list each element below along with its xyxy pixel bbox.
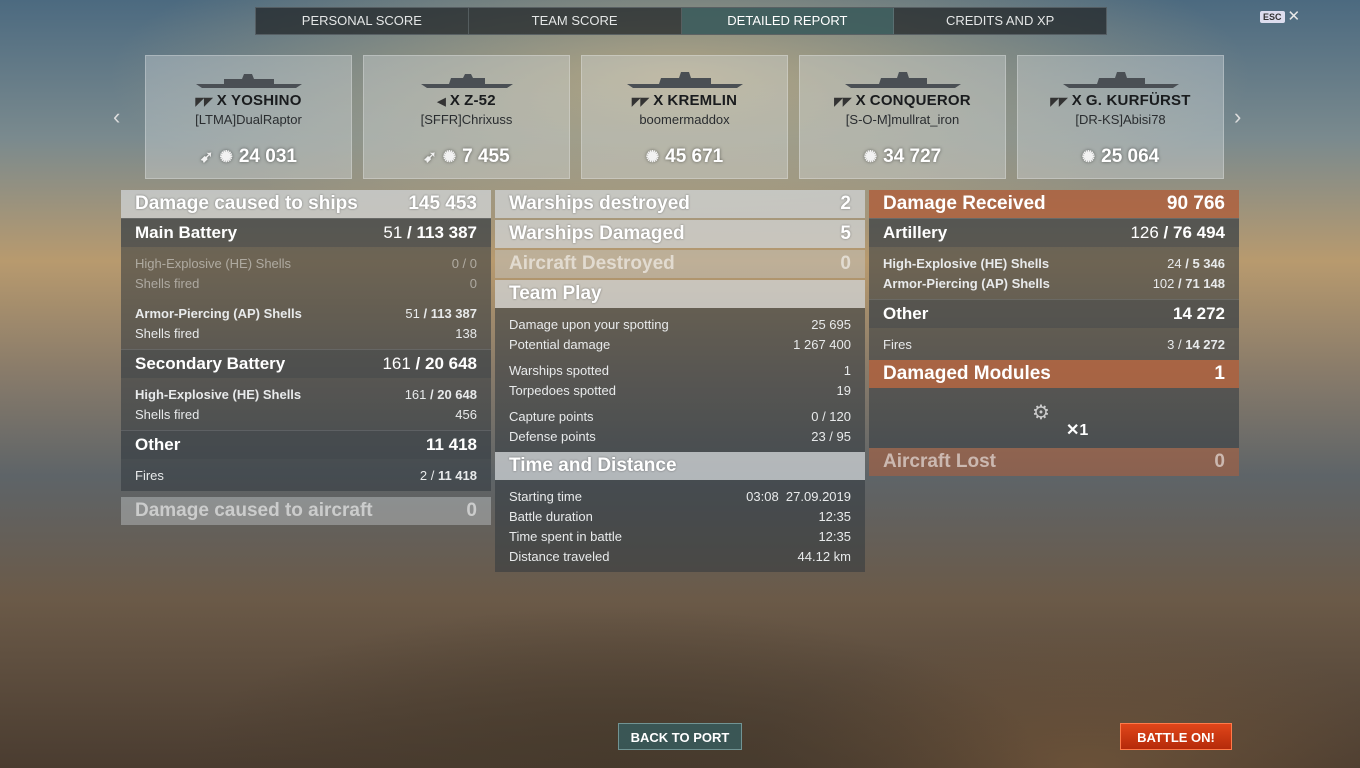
secondary-battery-header: Secondary Battery 161 / 20 648 (121, 349, 491, 378)
module-count: ✕1 (1066, 422, 1089, 439)
ship-silhouette-icon (1062, 72, 1179, 88)
destroyer-class-icon: ◀ (437, 96, 446, 108)
ship-silhouette-icon (195, 74, 302, 88)
tab-credits-and-xp[interactable]: CREDITS AND XP (894, 8, 1106, 34)
rudder-module-icon: ⚙ (1032, 402, 1050, 424)
player-name: [DR-KS]Abisi78 (1075, 112, 1166, 127)
top-tabs: PERSONAL SCORE TEAM SCORE DETAILED REPOR… (255, 7, 1107, 35)
tab-team-score[interactable]: TEAM SCORE (469, 8, 682, 34)
close-icon: ✕ (1287, 8, 1301, 25)
he-shells-row: High-Explosive (HE) Shells 0 / 0 (135, 255, 477, 271)
destroyer-class-icon: ◤◤ (195, 96, 213, 108)
starting-time-row: Starting time 03:08 27.09.2019 (509, 488, 851, 504)
main-battery-header: Main Battery 51 / 113 387 (121, 218, 491, 247)
ship-score: ✺ 25 064 (1081, 146, 1160, 167)
ship-score: ✺ 34 727 (863, 146, 942, 167)
ship-card[interactable]: ◤◤ X KREMLIN boomermaddox ✺ 45 671 (581, 55, 788, 179)
spotting-damage-row: Damage upon your spotting 25 695 (509, 316, 851, 332)
capture-points-row: Capture points 0 / 120 (509, 408, 851, 424)
recv-ap-row: Armor-Piercing (AP) Shells 102 / 71 148 (883, 275, 1225, 291)
battleship-class-icon: ◤◤ (1050, 96, 1068, 108)
team-play-header: Team Play (495, 280, 865, 308)
next-arrow-icon[interactable]: › (1234, 104, 1241, 130)
battle-on-button[interactable]: BATTLE ON! (1120, 723, 1232, 750)
explosion-icon: ✺ (219, 149, 233, 166)
damage-received-header: Damage Received 90 766 (869, 190, 1239, 218)
esc-key-label: ESC (1260, 11, 1285, 23)
damaged-modules-header: Damaged Modules 1 (869, 360, 1239, 388)
damage-caused-header: Damage caused to ships 145 453 (121, 190, 491, 218)
combat-summary-panel: Warships destroyed 2 Warships Damaged 5 Ai… (495, 190, 865, 572)
ship-card[interactable]: ◤◤ X YOSHINO [LTMA]DualRaptor ➹ ✺ 24 031 (145, 55, 352, 179)
ship-name: ◤◤ X G. KURFÜRST (1050, 92, 1191, 109)
other-damage-header: Other 11 418 (121, 430, 491, 459)
player-name: [SFFR]Chrixuss (420, 112, 513, 127)
player-name: [S-O-M]mullrat_iron (845, 112, 960, 127)
ship-card[interactable]: ◤◤ X CONQUEROR [S-O-M]mullrat_iron ✺ 34 727 (799, 55, 1006, 179)
artillery-details: High-Explosive (HE) Shells 24 / 5 346 Arm… (869, 247, 1239, 299)
warships-damaged-header: Warships Damaged 5 (495, 220, 865, 248)
damage-aircraft-header: Damage caused to aircraft 0 (121, 497, 491, 525)
battle-duration-row: Battle duration 12:35 (509, 508, 851, 524)
ship-name: ◀ X Z-52 (437, 92, 496, 109)
aircraft-destroyed-header: Aircraft Destroyed 0 (495, 250, 865, 278)
ship-score: ➹ ✺ 24 031 (200, 146, 297, 167)
aircraft-lost-header: Aircraft Lost 0 (869, 448, 1239, 476)
artillery-header: Artillery 126 / 76 494 (869, 218, 1239, 247)
ship-name: ◤◤ X YOSHINO (195, 92, 302, 109)
ship-score: ✺ 45 671 (645, 146, 724, 167)
sec-he-row: High-Explosive (HE) Shells 161 / 20 648 (135, 386, 477, 402)
time-distance-details: Starting time 03:08 27.09.2019 Battle dur… (495, 480, 865, 572)
ship-silhouette-icon (844, 72, 961, 88)
ship-silhouette-icon (626, 72, 743, 88)
fires-row: Fires 2 / 11 418 (135, 467, 477, 483)
recv-fires-row: Fires 3 / 14 272 (883, 336, 1225, 352)
ship-name: ◤◤ X KREMLIN (631, 92, 738, 109)
ship-score: ➹ ✺ 7 455 (423, 146, 510, 167)
ship-card[interactable]: ◤◤ X G. KURFÜRST [DR-KS]Abisi78 ✺ 25 064 (1017, 55, 1224, 179)
potential-damage-row: Potential damage 1 267 400 (509, 336, 851, 352)
ap-shells-fired-row: Shells fired 138 (135, 325, 477, 341)
time-distance-header: Time and Distance (495, 452, 865, 480)
ship-silhouette-icon (420, 74, 513, 88)
team-play-details: Damage upon your spotting 25 695 Potentia… (495, 308, 865, 452)
he-shells-fired-row: Shells fired 0 (135, 275, 477, 291)
ap-shells-row: Armor-Piercing (AP) Shells 51 / 113 387 (135, 305, 477, 321)
torpedo-icon: ➹ (200, 149, 214, 166)
esc-close-button[interactable]: ESC ✕ (1260, 8, 1301, 25)
ship-cards: ◤◤ X YOSHINO [LTMA]DualRaptor ➹ ✺ 24 031 ◀ X Z… (145, 55, 1224, 179)
warships-spotted-row: Warships spotted 1 (509, 362, 851, 378)
prev-arrow-icon[interactable]: ‹ (113, 104, 120, 130)
other-damage-details: Fires 2 / 11 418 (121, 459, 491, 491)
ship-name: ◤◤ X CONQUEROR (834, 92, 971, 109)
time-spent-row: Time spent in battle 12:35 (509, 528, 851, 544)
explosion-icon: ✺ (1081, 149, 1096, 166)
damage-caused-panel: Damage caused to ships 145 453 Main Batte… (121, 190, 491, 525)
warships-destroyed-header: Warships destroyed 2 (495, 190, 865, 218)
damaged-modules-panel: ⚙ ✕1 (869, 388, 1239, 448)
player-name: boomermaddox (639, 112, 730, 127)
distance-row: Distance traveled 44.12 km (509, 548, 851, 564)
recv-he-row: High-Explosive (HE) Shells 24 / 5 346 (883, 255, 1225, 271)
recv-other-details: Fires 3 / 14 272 (869, 328, 1239, 360)
damage-received-panel: Damage Received 90 766 Artillery 126 / 76 … (869, 190, 1239, 476)
tab-detailed-report[interactable]: DETAILED REPORT (681, 8, 895, 34)
back-to-port-button[interactable]: BACK TO PORT (618, 723, 742, 750)
sec-fired-row: Shells fired 456 (135, 406, 477, 422)
tab-personal-score[interactable]: PERSONAL SCORE (256, 8, 469, 34)
secondary-battery-details: High-Explosive (HE) Shells 161 / 20 648 S… (121, 378, 491, 430)
battleship-class-icon: ◤◤ (834, 96, 852, 108)
ship-card[interactable]: ◀ X Z-52 [SFFR]Chrixuss ➹ ✺ 7 455 (363, 55, 570, 179)
torpedo-icon: ➹ (423, 149, 437, 166)
recv-other-header: Other 14 272 (869, 299, 1239, 328)
explosion-icon: ✺ (645, 149, 660, 166)
explosion-icon: ✺ (442, 149, 457, 166)
torpedoes-spotted-row: Torpedoes spotted 19 (509, 382, 851, 398)
defense-points-row: Defense points 23 / 95 (509, 428, 851, 444)
explosion-icon: ✺ (863, 149, 878, 166)
battleship-class-icon: ◤◤ (631, 96, 650, 108)
player-name: [LTMA]DualRaptor (195, 112, 302, 127)
main-battery-details: High-Explosive (HE) Shells 0 / 0 Shells f… (121, 247, 491, 349)
